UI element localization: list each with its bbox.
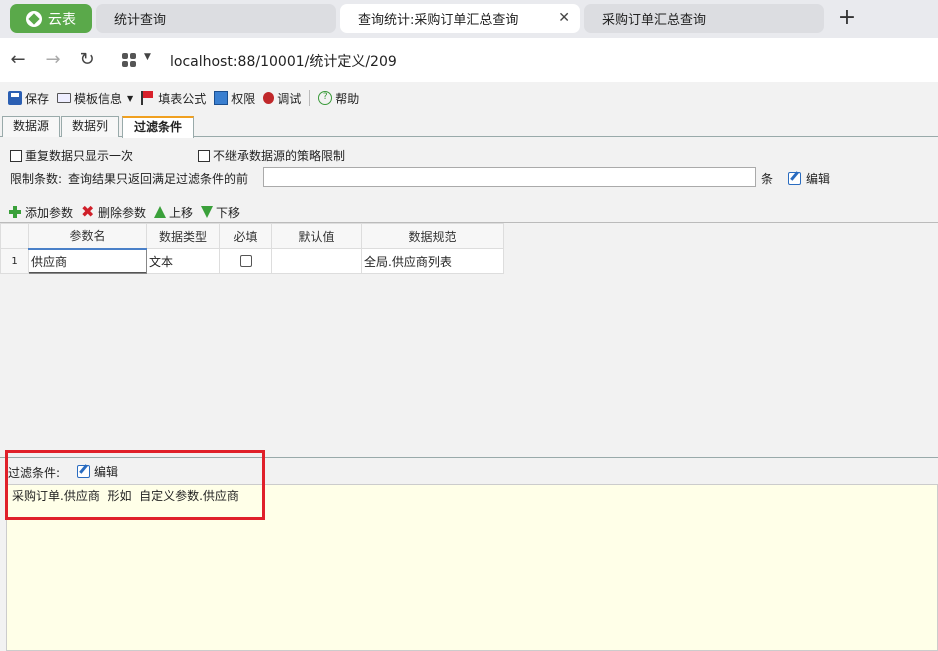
permission-label: 权限 bbox=[231, 91, 256, 106]
row-number-header bbox=[0, 223, 29, 249]
column-header-spec[interactable]: 数据规范 bbox=[361, 223, 504, 249]
help-icon: ? bbox=[318, 91, 333, 105]
required-checkbox[interactable] bbox=[239, 255, 252, 267]
template-icon bbox=[57, 93, 72, 103]
chevron-down-icon[interactable]: ▼ bbox=[144, 52, 151, 62]
address-bar: ← → ↻ ▼ localhost:88/10001/统计定义/209 bbox=[0, 38, 938, 82]
back-arrow-icon[interactable]: ← bbox=[8, 50, 28, 70]
browser-tab-label: 采购订单汇总查询 bbox=[602, 13, 707, 28]
limit-edit-label: 编辑 bbox=[806, 172, 831, 186]
arrow-down-icon bbox=[201, 206, 214, 218]
repeat-once-checkbox[interactable] bbox=[10, 149, 22, 162]
cell-param-name[interactable]: 供应商 bbox=[28, 248, 147, 274]
permission-button[interactable]: 权限 bbox=[214, 90, 255, 107]
cell-data-type[interactable]: 文本 bbox=[146, 248, 220, 274]
cell-spec[interactable]: 全局.供应商列表 bbox=[361, 248, 504, 274]
template-info-button[interactable]: 模板信息 ▼ bbox=[57, 90, 133, 107]
tab-filter[interactable]: 过滤条件 bbox=[122, 116, 194, 138]
cell-required[interactable] bbox=[219, 248, 272, 274]
template-label: 模板信息 bbox=[74, 91, 123, 106]
save-button[interactable]: 保存 bbox=[8, 90, 49, 107]
cell-default[interactable] bbox=[271, 248, 362, 274]
no-inherit-option[interactable]: 不继承数据源的策略限制 bbox=[198, 147, 345, 164]
chevron-down-icon: ▼ bbox=[127, 93, 134, 103]
browser-tab-label: 统计查询 bbox=[114, 13, 167, 28]
browser-tab-purchase-summary-query[interactable]: 查询统计:采购订单汇总查询 ✕ bbox=[340, 4, 580, 33]
limit-label: 限制条数: bbox=[10, 172, 63, 186]
new-tab-icon[interactable]: + bbox=[836, 6, 858, 30]
delete-parameter-label: 删除参数 bbox=[98, 205, 147, 220]
save-label: 保存 bbox=[25, 91, 50, 106]
tab-label: 过滤条件 bbox=[133, 120, 182, 134]
help-button[interactable]: ? 帮助 bbox=[318, 90, 359, 107]
app-toolbar: 保存 模板信息 ▼ 填表公式 权限 调试 ? 帮助 bbox=[0, 86, 938, 110]
move-down-label: 下移 bbox=[216, 205, 241, 220]
permission-icon bbox=[214, 91, 229, 105]
move-up-label: 上移 bbox=[169, 205, 194, 220]
close-icon[interactable]: ✕ bbox=[558, 10, 570, 26]
no-inherit-label: 不继承数据源的策略限制 bbox=[213, 149, 346, 163]
add-parameter-button[interactable]: 添加参数 bbox=[8, 204, 73, 221]
browser-tab-strip: 云表 统计查询 查询统计:采购订单汇总查询 ✕ 采购订单汇总查询 + bbox=[0, 0, 938, 38]
debug-label: 调试 bbox=[277, 91, 302, 106]
tab-columns[interactable]: 数据列 bbox=[61, 116, 119, 137]
toolbar-divider bbox=[309, 90, 311, 106]
parameter-grid: 参数名 数据类型 必填 默认值 数据规范 1 供应商 文本 全局.供应商列表 bbox=[0, 223, 504, 274]
help-label: 帮助 bbox=[335, 91, 360, 106]
row-number: 1 bbox=[0, 248, 29, 274]
limit-count-input[interactable] bbox=[263, 167, 756, 187]
apps-grid-icon[interactable] bbox=[122, 53, 136, 67]
limit-description: 查询结果只返回满足过滤条件的前 bbox=[68, 172, 249, 186]
grid-header-row: 参数名 数据类型 必填 默认值 数据规范 bbox=[0, 223, 504, 250]
repeat-once-option[interactable]: 重复数据只显示一次 bbox=[10, 147, 133, 164]
no-inherit-checkbox[interactable] bbox=[198, 149, 210, 162]
annotation-highlight-box bbox=[5, 450, 265, 520]
brand-label: 云表 bbox=[48, 11, 76, 28]
edit-icon bbox=[788, 172, 801, 185]
forward-arrow-icon[interactable]: → bbox=[43, 50, 63, 70]
url-field[interactable]: localhost:88/10001/统计定义/209 bbox=[170, 51, 397, 71]
save-icon bbox=[8, 91, 22, 105]
delete-icon: ✖ bbox=[81, 202, 95, 221]
parameter-toolbar: 添加参数 ✖ 删除参数 上移 下移 bbox=[8, 203, 248, 221]
browser-tab-purchase-summary[interactable]: 采购订单汇总查询 bbox=[584, 4, 824, 33]
bug-icon bbox=[263, 92, 275, 104]
add-parameter-label: 添加参数 bbox=[25, 205, 74, 220]
table-row[interactable]: 1 供应商 文本 全局.供应商列表 bbox=[0, 248, 504, 274]
browser-tab-stats-query[interactable]: 统计查询 bbox=[96, 4, 336, 33]
parameter-grid-area: 参数名 数据类型 必填 默认值 数据规范 1 供应商 文本 全局.供应商列表 bbox=[0, 222, 938, 458]
debug-button[interactable]: 调试 bbox=[263, 90, 301, 107]
fill-formula-button[interactable]: 填表公式 bbox=[141, 90, 206, 107]
limit-unit: 条 bbox=[761, 172, 774, 186]
browser-tab-label: 查询统计:采购订单汇总查询 bbox=[358, 13, 519, 28]
column-header-type[interactable]: 数据类型 bbox=[146, 223, 220, 249]
move-up-button[interactable]: 上移 bbox=[154, 204, 193, 221]
tab-label: 数据列 bbox=[71, 119, 108, 133]
delete-parameter-button[interactable]: ✖ 删除参数 bbox=[81, 204, 146, 221]
plus-icon bbox=[8, 205, 22, 219]
limit-edit-button[interactable]: 编辑 bbox=[788, 170, 830, 187]
column-header-required[interactable]: 必填 bbox=[219, 223, 272, 249]
reload-icon[interactable]: ↻ bbox=[77, 50, 97, 70]
tab-label: 数据源 bbox=[12, 119, 49, 133]
tab-datasource[interactable]: 数据源 bbox=[2, 116, 60, 137]
column-header-name[interactable]: 参数名 bbox=[28, 223, 147, 250]
repeat-once-label: 重复数据只显示一次 bbox=[25, 149, 134, 163]
limit-row: 限制条数: 查询结果只返回满足过滤条件的前 bbox=[10, 170, 248, 187]
column-header-default[interactable]: 默认值 bbox=[271, 223, 362, 249]
flag-icon bbox=[141, 91, 155, 105]
formula-label: 填表公式 bbox=[158, 91, 207, 106]
arrow-up-icon bbox=[154, 206, 167, 218]
brand-button[interactable]: 云表 bbox=[10, 4, 92, 33]
brand-logo-icon bbox=[26, 10, 42, 27]
config-tabs: 数据源 数据列 过滤条件 bbox=[0, 114, 938, 138]
move-down-button[interactable]: 下移 bbox=[201, 204, 240, 221]
